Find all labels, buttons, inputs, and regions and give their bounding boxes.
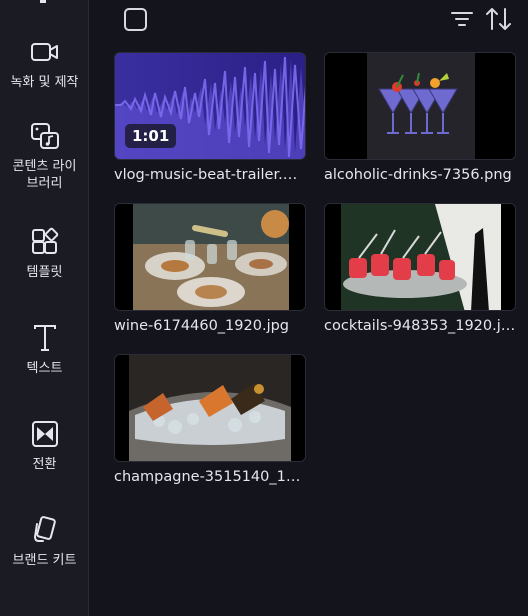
duration-badge: 1:01	[125, 124, 177, 148]
sidebar-item-content-library[interactable]: 콘텐츠 라이 브러리	[0, 120, 89, 192]
cocktail-tray-thumbnail	[324, 203, 516, 311]
media-file-name: champagne-3515140_1920.jpg	[114, 469, 306, 485]
media-card-image[interactable]: cocktails-948353_1920.jpg	[324, 203, 516, 335]
media-file-name: wine-6174460_1920.jpg	[114, 318, 290, 334]
media-card-audio[interactable]: 1:01 vlog-music-beat-trailer.mp3	[114, 52, 306, 184]
filter-button[interactable]	[450, 8, 474, 30]
text-icon	[29, 322, 61, 354]
sidebar-item-record-create[interactable]: 녹화 및 제작	[0, 36, 89, 91]
media-file-name: cocktails-948353_1920.jpg	[324, 318, 516, 334]
sidebar-item-label: 녹화 및 제작	[10, 75, 79, 90]
sidebar-item-label: 텍스트	[26, 361, 63, 376]
cocktail-glasses-thumbnail	[324, 52, 516, 160]
sidebar-item-label: 브랜드 키트	[12, 553, 77, 568]
media-card-image[interactable]: alcoholic-drinks-7356.png	[324, 52, 516, 184]
sidebar-item-transitions[interactable]: 전환	[0, 418, 89, 473]
brand-kit-icon	[29, 514, 61, 546]
media-card-image[interactable]: wine-6174460_1920.jpg	[114, 203, 306, 335]
transition-icon	[29, 418, 61, 450]
partial-nav-icon	[40, 0, 46, 3]
sidebar: 녹화 및 제작 콘텐츠 라이 브러리 템플릿 텍스트 전환 브랜드 키트	[0, 0, 89, 616]
video-camera-icon	[29, 36, 61, 68]
sort-button[interactable]	[484, 6, 514, 32]
sidebar-item-label: 전환	[32, 457, 57, 472]
sidebar-item-text[interactable]: 텍스트	[0, 322, 89, 377]
content-library-icon	[29, 120, 61, 152]
sidebar-item-label: 템플릿	[26, 265, 63, 280]
media-file-name: alcoholic-drinks-7356.png	[324, 167, 512, 183]
select-all-checkbox[interactable]	[124, 8, 147, 31]
templates-icon	[29, 226, 61, 258]
champagne-bucket-thumbnail	[114, 354, 306, 462]
sort-icon	[486, 8, 511, 30]
audio-thumbnail: 1:01	[114, 52, 306, 160]
filter-icon	[451, 12, 473, 26]
sidebar-item-templates[interactable]: 템플릿	[0, 226, 89, 281]
sidebar-item-brand-kit[interactable]: 브랜드 키트	[0, 514, 89, 569]
sidebar-item-label: 콘텐츠 라이 브러리	[12, 159, 77, 191]
media-card-image[interactable]: champagne-3515140_1920.jpg	[114, 354, 306, 486]
wine-dinner-thumbnail	[114, 203, 306, 311]
media-file-name: vlog-music-beat-trailer.mp3	[114, 167, 306, 183]
